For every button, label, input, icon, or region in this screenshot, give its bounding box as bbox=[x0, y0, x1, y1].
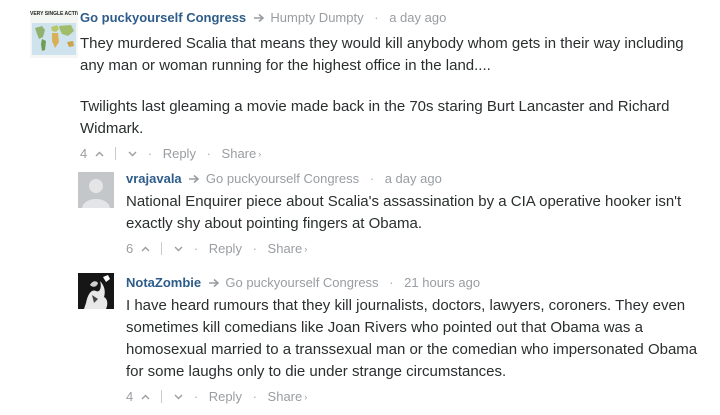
timestamp[interactable]: a day ago bbox=[385, 171, 442, 186]
meta-separator: · bbox=[374, 10, 379, 25]
share-button[interactable]: Share › bbox=[268, 387, 308, 406]
share-button[interactable]: Share › bbox=[268, 239, 308, 258]
upvote-chevron-icon[interactable] bbox=[95, 151, 104, 157]
comment-header: NotaZombie Go puckyourself Congress · 21… bbox=[126, 274, 711, 292]
comment-paragraph: Twilights last gleaming a movie made bac… bbox=[80, 98, 670, 137]
share-label: Share bbox=[267, 240, 303, 256]
comment-actions: 4 · Reply · Share › bbox=[126, 387, 711, 406]
reply-button[interactable]: Reply bbox=[209, 388, 242, 406]
downvote-chevron-icon[interactable] bbox=[128, 151, 137, 157]
author-name[interactable]: NotaZombie bbox=[126, 275, 201, 290]
meta-separator: · bbox=[369, 171, 375, 186]
avatar-caption: VERY SINGLE ACTIVI bbox=[30, 11, 78, 17]
in-reply-to-link[interactable]: Go puckyourself Congress bbox=[225, 275, 378, 290]
vote-divider bbox=[115, 147, 117, 161]
vote-divider bbox=[161, 242, 163, 256]
comment-text: I have heard rumours that they kill jour… bbox=[126, 295, 711, 383]
share-label: Share bbox=[267, 388, 303, 404]
reply-button[interactable]: Reply bbox=[209, 240, 242, 258]
author-name[interactable]: vrajavala bbox=[126, 171, 182, 186]
comment-header: vrajavala Go puckyourself Congress · a d… bbox=[126, 170, 711, 188]
timestamp[interactable]: a day ago bbox=[389, 10, 446, 25]
action-separator: · bbox=[193, 240, 199, 256]
meta-separator: · bbox=[389, 275, 394, 290]
comment-3: NotaZombie Go puckyourself Congress · 21… bbox=[0, 265, 720, 415]
action-separator: · bbox=[252, 240, 257, 256]
comment-paragraph: National Enquirer piece about Scalia's a… bbox=[126, 193, 682, 232]
downvote-chevron-icon[interactable] bbox=[174, 246, 183, 252]
comment-2: vrajavala Go puckyourself Congress · a d… bbox=[0, 160, 720, 258]
comment-paragraph: They murdered Scalia that means they wou… bbox=[80, 35, 684, 74]
in-reply-to-link[interactable]: Go puckyourself Congress bbox=[206, 171, 359, 186]
comment-text: National Enquirer piece about Scalia's a… bbox=[126, 191, 711, 235]
reply-arrow-icon bbox=[253, 13, 264, 23]
vote-divider bbox=[161, 390, 163, 404]
downvote-chevron-icon[interactable] bbox=[174, 394, 183, 400]
comment-actions: 6 · Reply · Share › bbox=[126, 239, 711, 258]
reply-arrow-icon bbox=[189, 174, 200, 184]
upvote-chevron-icon[interactable] bbox=[141, 246, 150, 252]
comment-1: VERY SINGLE ACTIVI Go puckyourself Congr… bbox=[0, 0, 720, 161]
upvote-count: 4 bbox=[126, 388, 134, 404]
avatar[interactable]: VERY SINGLE ACTIVI bbox=[30, 10, 78, 58]
share-caret-icon: › bbox=[304, 243, 308, 254]
author-name[interactable]: Go puckyourself Congress bbox=[80, 10, 246, 25]
in-reply-to-link[interactable]: Humpty Dumpty bbox=[270, 10, 363, 25]
reply-arrow-icon bbox=[208, 278, 219, 288]
upvote-chevron-icon[interactable] bbox=[141, 394, 150, 400]
world-map-avatar-icon bbox=[30, 10, 78, 58]
comment-paragraph: I have heard rumours that they kill jour… bbox=[126, 297, 698, 380]
avatar[interactable] bbox=[78, 273, 114, 309]
action-separator: · bbox=[252, 388, 257, 404]
comment-text: They murdered Scalia that means they wou… bbox=[80, 33, 705, 140]
avatar[interactable] bbox=[78, 172, 114, 208]
default-user-avatar-icon bbox=[78, 172, 114, 208]
zombie-avatar-icon bbox=[78, 273, 114, 309]
action-separator: · bbox=[193, 388, 199, 404]
comment-header: Go puckyourself Congress Humpty Dumpty ·… bbox=[80, 9, 705, 27]
upvote-count: 6 bbox=[126, 240, 134, 256]
timestamp[interactable]: 21 hours ago bbox=[404, 275, 480, 290]
share-caret-icon: › bbox=[304, 391, 308, 402]
